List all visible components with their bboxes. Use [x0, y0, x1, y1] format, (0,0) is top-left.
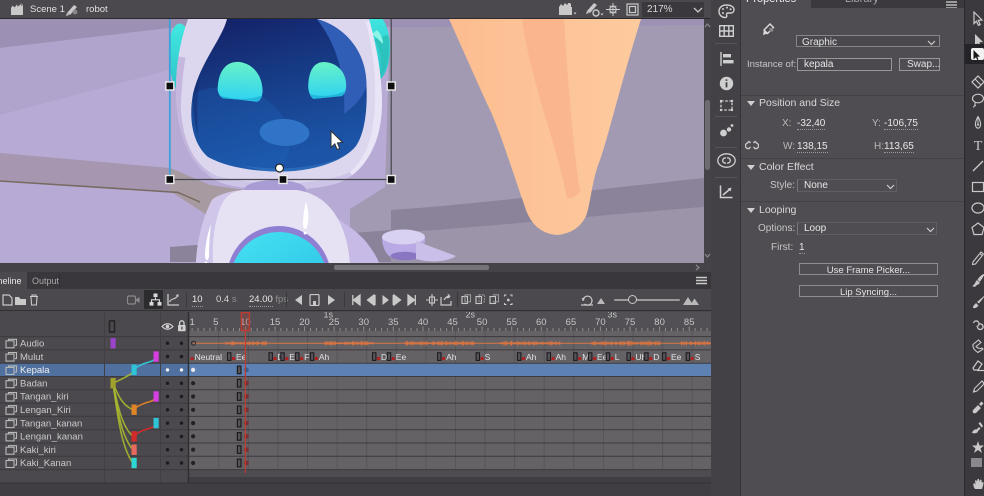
svg-text:35: 35: [388, 317, 399, 328]
svg-text:S: S: [695, 352, 701, 362]
svg-text:Mulut: Mulut: [20, 352, 44, 363]
svg-text:S: S: [485, 352, 491, 362]
svg-text:Audio: Audio: [20, 339, 44, 350]
svg-text:55: 55: [506, 317, 517, 328]
svg-text:1: 1: [189, 317, 194, 328]
svg-text:3s: 3s: [608, 312, 618, 320]
svg-text:30: 30: [358, 317, 369, 328]
svg-text:Ah: Ah: [446, 352, 457, 362]
svg-text:Ee: Ee: [671, 352, 682, 362]
svg-text:D: D: [381, 352, 387, 362]
svg-text:2s: 2s: [465, 312, 475, 320]
svg-text:Kepala: Kepala: [20, 365, 50, 376]
svg-text:Kaki_Kanan: Kaki_Kanan: [20, 458, 71, 469]
svg-text:Tangan_kanan: Tangan_kanan: [20, 418, 82, 429]
svg-text:45: 45: [447, 317, 458, 328]
svg-text:50: 50: [477, 317, 488, 328]
svg-text:Ah: Ah: [556, 352, 567, 362]
svg-text:Ah: Ah: [319, 352, 330, 362]
svg-text:70: 70: [595, 317, 606, 328]
svg-text:Ee: Ee: [396, 352, 407, 362]
svg-text:65: 65: [566, 317, 577, 328]
svg-text:1s: 1s: [323, 312, 333, 320]
svg-text:F: F: [304, 352, 309, 362]
svg-text:Lengan_Kiri: Lengan_Kiri: [20, 405, 71, 416]
svg-text:80: 80: [654, 317, 665, 328]
svg-text:Kaki_kiri: Kaki_kiri: [20, 445, 56, 456]
svg-text:Ah: Ah: [526, 352, 537, 362]
svg-text:L: L: [615, 352, 620, 362]
svg-text:60: 60: [536, 317, 547, 328]
svg-text:15: 15: [270, 317, 281, 328]
svg-text:75: 75: [625, 317, 636, 328]
svg-text:85: 85: [684, 317, 695, 328]
svg-text:T: T: [974, 139, 983, 153]
svg-text:D: D: [653, 352, 659, 362]
svg-text:Lengan_kanan: Lengan_kanan: [20, 432, 83, 443]
svg-text:40: 40: [418, 317, 429, 328]
svg-text:Tangan_kiri: Tangan_kiri: [20, 392, 69, 403]
svg-text:5: 5: [213, 317, 218, 328]
svg-text:Neutral: Neutral: [195, 352, 223, 362]
svg-text:Badan: Badan: [20, 378, 47, 389]
svg-text:20: 20: [299, 317, 310, 328]
